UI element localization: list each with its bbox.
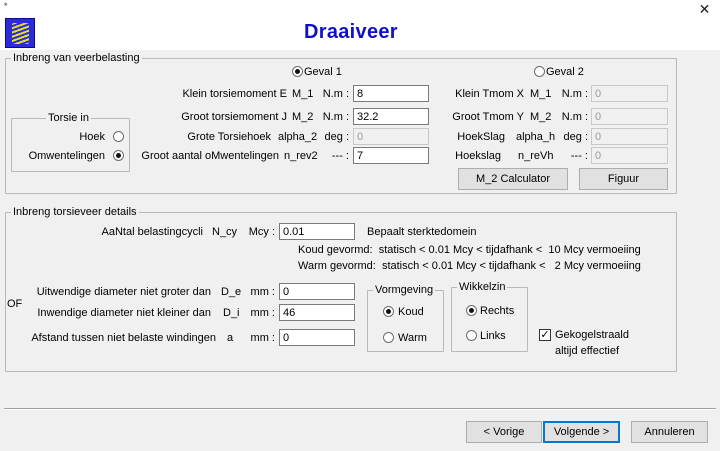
revolutions-radio[interactable] [113,150,124,161]
cancel-button[interactable]: Annuleren [631,421,708,443]
torsion-in-group [11,118,130,172]
coil-gap-label: Afstand tussen niet belaste windingen [31,332,216,344]
warm-formed-range: Warm gevormd: statisch < 0.01 Mcy < tijd… [298,260,641,272]
torsion-angle-input[interactable] [353,128,429,145]
outer-diameter-input[interactable] [279,283,355,300]
cycles-label: AaNtal belastingcycli [101,226,204,238]
torsion-angle-unit: deg : [324,131,349,143]
angle-stroke-label: HoekSlag [457,131,505,143]
forming-cold-radio[interactable] [383,306,394,317]
winding-right-radio[interactable] [466,305,477,316]
torque-y-symbol: M_2 [530,111,552,123]
winding-legend: Wikkelzin [457,281,508,293]
spring-logo-icon [5,18,35,48]
winding-right-label: Rechts [480,305,515,317]
torque-min-label: Klein torsiemoment E [182,88,287,100]
coil-gap-symbol: a [227,332,234,344]
case1-radio[interactable] [292,66,303,77]
forming-warm-label: Warm [398,332,427,344]
cold-formed-range: Koud gevormd: statisch < 0.01 Mcy < tijd… [298,244,641,256]
coil-gap-input[interactable] [279,329,355,346]
shot-peened-label: Gekogelstraald [555,329,629,341]
revolutions-count-symbol: n_rev2 [284,150,318,162]
close-icon[interactable]: ✕ [689,0,720,18]
torque-max-input[interactable] [353,108,429,125]
shot-peened-checkbox[interactable]: ✓ [539,329,551,341]
load-input-legend: Inbreng van veerbelasting [11,52,142,64]
revolutions-count-unit: --- : [331,150,349,162]
previous-button[interactable]: < Vorige [466,421,542,443]
shot-peened-note: altijd effectief [555,345,620,357]
torsion-in-legend: Torsie in [46,112,91,124]
angle-label: Hoek [79,131,105,143]
torque-y-unit: N.m : [561,111,588,123]
torsion-angle-label: Grote Torsiehoek [187,131,271,143]
torque-min-unit: N.m : [322,88,349,100]
stroke-revolutions-label: Hoekslag [455,150,501,162]
forming-cold-label: Koud [398,306,424,318]
winding-left-label: Links [480,330,506,342]
torque-x-input[interactable] [591,85,668,102]
forming-warm-radio[interactable] [383,332,394,343]
torque-min-input[interactable] [353,85,429,102]
inner-diameter-input[interactable] [279,304,355,321]
figure-button[interactable]: Figuur [579,168,668,190]
revolutions-count-label: Groot aantal oMwentelingen [141,150,279,162]
case2-label: Geval 2 [546,66,584,78]
inner-diameter-unit: mm : [250,307,275,319]
torque-max-unit: N.m : [322,111,349,123]
revolutions-count-input[interactable] [353,147,429,164]
angle-stroke-input[interactable] [591,128,668,145]
inner-diameter-label: Inwendige diameter niet kleiner dan [37,307,211,319]
case2-radio[interactable] [534,66,545,77]
window-title: * [4,1,8,11]
footer-separator [4,408,716,410]
checkmark-icon: ✓ [540,329,550,341]
torque-x-symbol: M_1 [530,88,552,100]
stroke-revolutions-unit: --- : [570,150,588,162]
next-button[interactable]: Volgende > [543,421,620,443]
angle-stroke-unit: deg : [563,131,588,143]
torque-x-label: Klein Tmom X [455,88,524,100]
coil-gap-unit: mm : [250,332,275,344]
torque-x-unit: N.m : [561,88,588,100]
cycles-note: Bepaalt sterktedomein [367,226,477,238]
outer-diameter-symbol: D_e [221,286,242,298]
case1-label: Geval 1 [304,66,342,78]
cycles-unit: Mcy : [248,226,275,238]
spring-details-legend: Inbreng torsieveer details [11,206,139,218]
angle-radio[interactable] [113,131,124,142]
angle-stroke-symbol: alpha_h [516,131,556,143]
revolutions-label: Omwentelingen [28,150,105,162]
torque-max-label: Groot torsiemoment J [181,111,287,123]
stroke-revolutions-input[interactable] [591,147,668,164]
torque-y-input[interactable] [591,108,668,125]
inner-diameter-symbol: D_i [223,307,240,319]
forming-legend: Vormgeving [373,284,436,296]
cycles-symbol: N_cy [212,226,238,238]
outer-diameter-label: Uitwendige diameter niet groter dan [36,286,211,298]
winding-left-radio[interactable] [466,330,477,341]
m2-calculator-button[interactable]: M_2 Calculator [458,168,568,190]
torque-y-label: Groot Tmom Y [452,111,524,123]
outer-diameter-unit: mm : [250,286,275,298]
page-title: Draaiveer [304,21,398,43]
cycles-input[interactable] [279,223,355,240]
stroke-revolutions-symbol: n_reVh [518,150,554,162]
